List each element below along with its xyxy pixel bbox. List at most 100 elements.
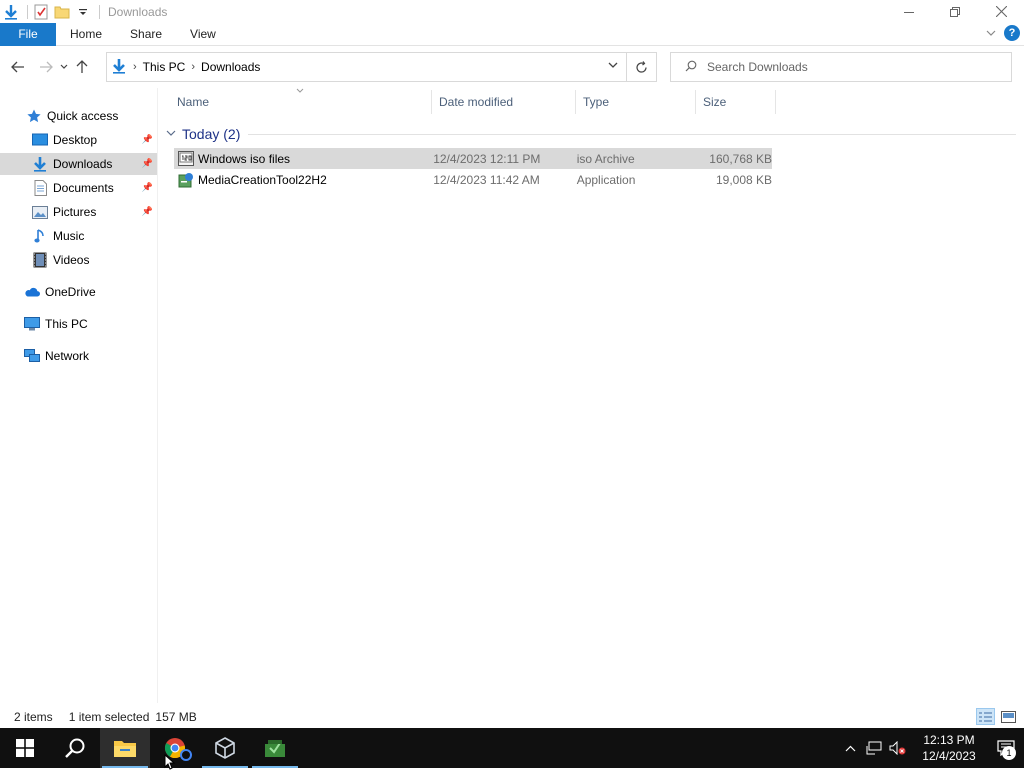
quick-access-toolbar: Downloads xyxy=(0,0,167,23)
restore-button[interactable] xyxy=(932,0,978,23)
tab-home[interactable]: Home xyxy=(56,23,116,46)
nav-item-label: Documents xyxy=(53,181,114,195)
nav-item-network[interactable]: Network xyxy=(0,345,157,367)
nav-item-pictures[interactable]: Pictures 📌 xyxy=(0,201,157,223)
back-arrow-icon xyxy=(11,61,24,73)
navigation-pane: Quick access Desktop 📌 Downloads 📌 Docum… xyxy=(0,88,157,703)
expand-ribbon-chevron-icon[interactable] xyxy=(986,26,996,40)
taskbar-app[interactable] xyxy=(250,728,300,768)
show-hidden-icons-button[interactable] xyxy=(838,745,862,752)
column-headers: Name Date modified Type Size xyxy=(170,90,776,114)
view-toggle xyxy=(976,708,1018,725)
nav-item-label: Desktop xyxy=(53,133,98,147)
clock-time: 12:13 PM xyxy=(923,733,975,747)
breadcrumb-downloads[interactable]: Downloads xyxy=(201,60,260,74)
minimize-button[interactable] xyxy=(886,0,932,23)
star-icon xyxy=(26,108,42,124)
address-row: › This PC › Downloads xyxy=(0,50,1024,84)
downloads-arrow-icon[interactable] xyxy=(2,3,20,21)
customize-toolbar-chevron-icon[interactable] xyxy=(74,3,92,21)
breadcrumb-separator-icon: › xyxy=(191,61,196,73)
chevron-down-icon xyxy=(60,64,68,69)
start-button[interactable] xyxy=(0,728,50,768)
nav-item-documents[interactable]: Documents 📌 xyxy=(0,177,157,199)
forward-arrow-icon xyxy=(40,61,53,73)
large-icons-view-icon xyxy=(1001,710,1016,723)
breadcrumb-this-pc[interactable]: This PC xyxy=(143,60,186,74)
nav-item-label: OneDrive xyxy=(45,285,96,299)
refresh-icon xyxy=(636,60,647,73)
refresh-button[interactable] xyxy=(626,53,656,81)
nav-item-onedrive[interactable]: OneDrive xyxy=(0,281,157,303)
clock[interactable]: 12:13 PM 12/4/2023 xyxy=(910,732,988,764)
tab-file[interactable]: File xyxy=(0,22,56,46)
downloads-location-icon xyxy=(111,58,127,77)
help-button[interactable]: ? xyxy=(1004,25,1020,41)
taskbar-virtualbox[interactable] xyxy=(200,728,250,768)
nav-item-downloads[interactable]: Downloads 📌 xyxy=(0,153,157,175)
search-icon xyxy=(685,60,697,75)
address-dropdown-chevron-icon[interactable] xyxy=(608,61,618,72)
file-type: iso Archive xyxy=(576,151,635,166)
recent-locations-button[interactable] xyxy=(57,55,71,79)
nav-item-label: This PC xyxy=(45,317,88,331)
column-header-type[interactable]: Type xyxy=(576,90,696,114)
file-size: 19,008 KB xyxy=(715,172,773,187)
setup-app-icon xyxy=(178,172,194,188)
new-folder-icon[interactable] xyxy=(53,3,71,21)
file-name: Windows iso files xyxy=(198,151,291,166)
details-view-icon xyxy=(979,712,992,721)
file-size: 160,768 KB xyxy=(709,151,773,166)
large-icons-view-button[interactable] xyxy=(999,708,1018,725)
pane-divider[interactable] xyxy=(157,88,158,703)
cloud-icon xyxy=(24,284,40,300)
volume-button[interactable] xyxy=(886,741,910,755)
taskbar-file-explorer[interactable] xyxy=(100,728,150,768)
file-row[interactable]: Windows iso files 12/4/2023 12:11 PM iso… xyxy=(174,148,772,169)
search-icon xyxy=(65,738,85,758)
tab-share[interactable]: Share xyxy=(116,23,176,46)
window-controls xyxy=(886,0,1024,23)
chrome-secondary-icon xyxy=(180,749,192,761)
selection-count: 1 item selected xyxy=(68,710,150,724)
search-input[interactable] xyxy=(707,60,997,74)
file-row[interactable]: MediaCreationTool22H2 12/4/2023 11:42 AM… xyxy=(174,169,772,190)
column-header-date-modified[interactable]: Date modified xyxy=(432,90,576,114)
tab-view[interactable]: View xyxy=(176,23,230,46)
file-date-modified: 12/4/2023 12:11 PM xyxy=(433,151,541,166)
up-arrow-icon xyxy=(76,60,88,73)
nav-item-label: Network xyxy=(45,349,90,363)
nav-item-videos[interactable]: Videos xyxy=(0,249,157,271)
nav-item-desktop[interactable]: Desktop 📌 xyxy=(0,129,157,151)
taskbar-chrome[interactable] xyxy=(150,728,200,770)
ribbon-tabs: File Home Share View ? xyxy=(0,22,1024,46)
taskbar-search-button[interactable] xyxy=(50,728,100,768)
nav-item-this-pc[interactable]: This PC xyxy=(0,313,157,335)
forward-button[interactable] xyxy=(35,55,57,79)
up-button[interactable] xyxy=(71,55,93,79)
pin-icon: 📌 xyxy=(141,134,153,144)
nav-item-music[interactable]: Music xyxy=(0,225,157,247)
column-header-size[interactable]: Size xyxy=(696,90,776,114)
videos-icon xyxy=(32,252,48,268)
minimize-icon xyxy=(904,11,914,13)
close-icon xyxy=(995,6,1007,17)
address-bar[interactable]: › This PC › Downloads xyxy=(106,52,657,82)
iso-archive-icon xyxy=(178,151,194,167)
pictures-icon xyxy=(32,204,48,220)
pin-icon: 📌 xyxy=(141,158,153,168)
details-view-button[interactable] xyxy=(976,708,995,725)
network-status-button[interactable] xyxy=(862,741,886,755)
breadcrumb-separator-icon: › xyxy=(133,61,137,73)
nav-item-label: Quick access xyxy=(47,109,119,123)
computer-icon xyxy=(24,316,40,332)
group-header-today[interactable]: Today (2) xyxy=(166,124,1016,144)
properties-icon[interactable] xyxy=(32,3,50,21)
close-button[interactable] xyxy=(978,0,1024,23)
nav-item-quick-access[interactable]: Quick access xyxy=(0,105,157,127)
toolbar-divider xyxy=(27,4,28,19)
back-button[interactable] xyxy=(7,55,29,79)
column-header-name[interactable]: Name xyxy=(170,90,432,114)
search-box[interactable] xyxy=(670,52,1012,82)
action-center-button[interactable]: 1 xyxy=(988,728,1024,768)
